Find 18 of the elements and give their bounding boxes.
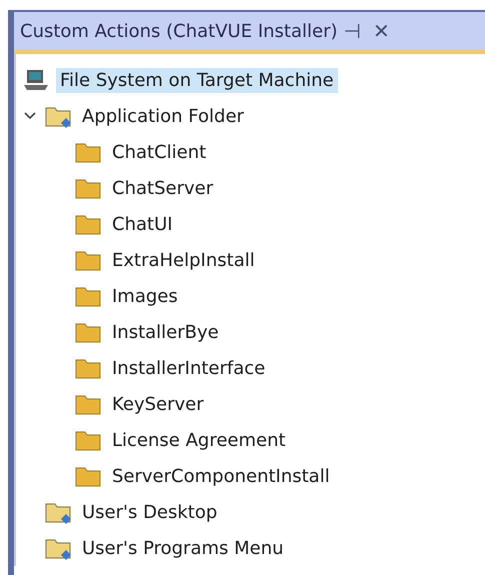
tree-item[interactable]: File System on Target Machine — [56, 68, 338, 92]
tree-item[interactable]: ServerComponentInstall — [108, 464, 334, 488]
pin-button[interactable]: ⊣ — [338, 19, 367, 43]
tree-item[interactable]: Images — [108, 284, 182, 308]
tree-item[interactable]: ChatServer — [108, 176, 218, 200]
panel-title: Custom Actions (ChatVUE Installer) — [20, 20, 338, 42]
tree-item[interactable]: ChatUI — [108, 212, 177, 236]
tree-item[interactable]: Application Folder — [78, 104, 248, 128]
close-button[interactable]: ✕ — [366, 19, 396, 43]
tree-item[interactable]: KeyServer — [108, 392, 208, 416]
tree-item[interactable]: ChatClient — [108, 140, 210, 164]
tree-item[interactable]: InstallerBye — [108, 320, 223, 344]
tree-item[interactable]: User's Programs Menu — [78, 536, 288, 560]
tree-item[interactable]: ExtraHelpInstall — [108, 248, 259, 272]
tree-item[interactable]: User's Desktop — [78, 500, 222, 524]
computer-icon — [22, 68, 50, 92]
tree-item[interactable]: License Agreement — [108, 428, 290, 452]
tree-item[interactable]: InstallerInterface — [108, 356, 270, 380]
